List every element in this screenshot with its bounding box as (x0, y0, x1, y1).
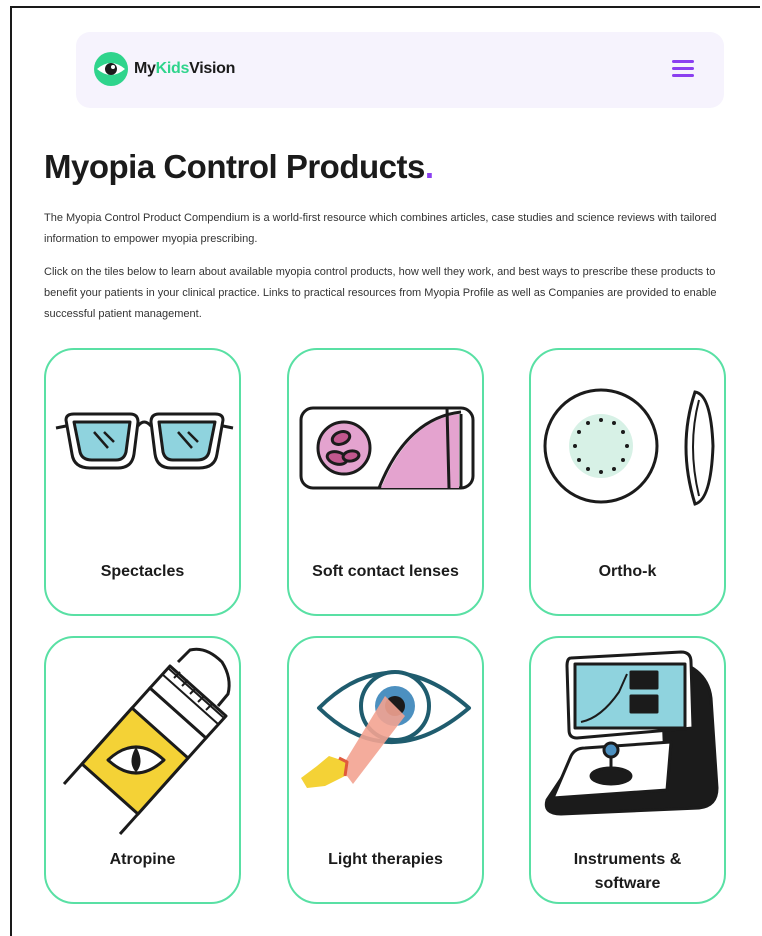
hamburger-menu-icon[interactable] (672, 60, 694, 80)
nav-bar: MyKidsVision (76, 32, 724, 108)
tile-soft-contact-lenses[interactable]: Soft contact lenses (287, 348, 484, 616)
eye-logo-icon (94, 52, 128, 86)
tile-label: Soft contact lenses (312, 563, 459, 580)
tile-light-therapies[interactable]: Light therapies (287, 636, 484, 904)
site-logo[interactable]: MyKidsVision (92, 52, 235, 86)
logo-wordmark: MyKidsVision (134, 60, 236, 77)
contact-lens-case-icon (299, 406, 475, 490)
tile-instruments-software[interactable]: Instruments & software (529, 636, 726, 904)
page-title: Myopia Control Products. (44, 148, 434, 185)
light-therapy-eye-icon (301, 670, 471, 788)
tile-label: Atropine (109, 851, 176, 868)
instructions-paragraph: Click on the tiles below to learn about … (44, 266, 717, 320)
tile-label: Instruments & software (573, 851, 682, 892)
tile-spectacles[interactable]: Spectacles (44, 348, 241, 616)
eye-drop-bottle-icon (62, 647, 231, 836)
tile-atropine[interactable]: Atropine (44, 636, 241, 904)
spectacles-icon (55, 412, 234, 470)
tile-ortho-k[interactable]: Ortho-k (529, 348, 726, 616)
instrument-machine-icon (544, 650, 719, 816)
tile-label: Ortho-k (598, 563, 657, 580)
tile-label: Spectacles (100, 563, 185, 580)
intro-paragraph: The Myopia Control Product Compendium is… (44, 212, 717, 245)
tile-label: Light therapies (328, 851, 443, 868)
ortho-k-lens-icon (543, 388, 715, 506)
